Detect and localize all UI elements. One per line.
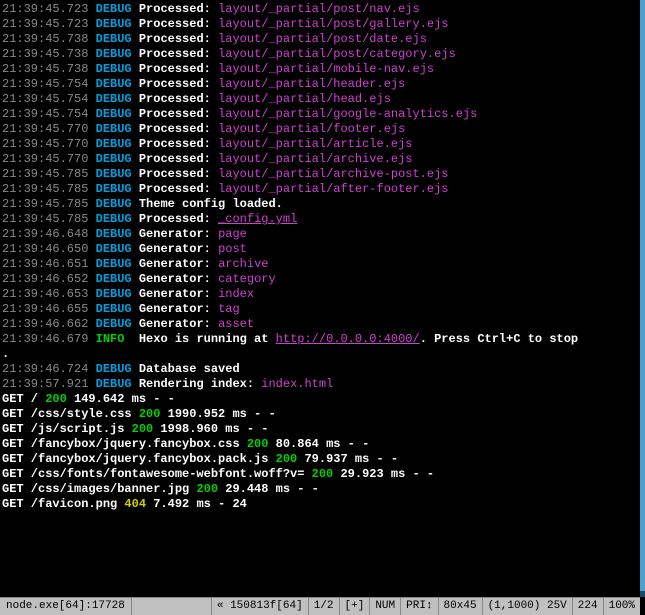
log-line: 21:39:46.652 DEBUG Generator: category — [2, 272, 645, 287]
log-line: 21:39:45.723 DEBUG Processed: layout/_pa… — [2, 2, 645, 17]
log-line: 21:39:45.785 DEBUG Theme config loaded. — [2, 197, 645, 212]
log-line: 21:39:45.738 DEBUG Processed: layout/_pa… — [2, 47, 645, 62]
log-line: 21:39:46.655 DEBUG Generator: tag — [2, 302, 645, 317]
log-line: 21:39:45.738 DEBUG Processed: layout/_pa… — [2, 32, 645, 47]
status-title: node.exe[64]:17728 — [0, 598, 132, 615]
log-line: 21:39:45.770 DEBUG Processed: layout/_pa… — [2, 152, 645, 167]
status-pct: 100% — [603, 598, 640, 615]
status-encoding: « 150813f[64] — [211, 598, 308, 615]
status-pri: PRI↕ — [400, 598, 437, 615]
log-line: 21:39:45.754 DEBUG Processed: layout/_pa… — [2, 77, 645, 92]
status-num: NUM — [369, 598, 400, 615]
log-line: 21:39:46.651 DEBUG Generator: archive — [2, 257, 645, 272]
log-line: GET /css/fonts/fontawesome-webfont.woff?… — [2, 467, 645, 482]
log-line: GET /js/script.js 200 1998.960 ms - - — [2, 422, 645, 437]
log-line: GET /fancybox/jquery.fancybox.pack.js 20… — [2, 452, 645, 467]
status-size: 80x45 — [438, 598, 482, 615]
status-pos: (1,1000) 25V — [482, 598, 572, 615]
log-line: GET /fancybox/jquery.fancybox.css 200 80… — [2, 437, 645, 452]
status-split: 1/2 — [308, 598, 339, 615]
log-line: 21:39:46.648 DEBUG Generator: page — [2, 227, 645, 242]
log-line: 21:39:46.724 DEBUG Database saved — [2, 362, 645, 377]
log-line: 21:39:46.662 DEBUG Generator: asset — [2, 317, 645, 332]
log-line: GET /css/style.css 200 1990.952 ms - - — [2, 407, 645, 422]
log-line: 21:39:45.770 DEBUG Processed: layout/_pa… — [2, 137, 645, 152]
log-line: 21:39:45.754 DEBUG Processed: layout/_pa… — [2, 92, 645, 107]
log-line: 21:39:46.653 DEBUG Generator: index — [2, 287, 645, 302]
log-line: 21:39:45.770 DEBUG Processed: layout/_pa… — [2, 122, 645, 137]
terminal-output[interactable]: 21:39:45.723 DEBUG Processed: layout/_pa… — [0, 0, 645, 595]
status-bar: node.exe[64]:17728 « 150813f[64] 1/2 [+]… — [0, 597, 640, 615]
log-line: 21:39:57.921 DEBUG Rendering index: inde… — [2, 377, 645, 392]
scrollbar[interactable] — [640, 0, 645, 597]
log-line: 21:39:45.785 DEBUG Processed: _config.ym… — [2, 212, 645, 227]
log-line: 21:39:46.679 INFO Hexo is running at htt… — [2, 332, 645, 347]
log-line: GET /css/images/banner.jpg 200 29.448 ms… — [2, 482, 645, 497]
log-line: 21:39:46.650 DEBUG Generator: post — [2, 242, 645, 257]
log-line: 21:39:45.785 DEBUG Processed: layout/_pa… — [2, 182, 645, 197]
log-line: 21:39:45.754 DEBUG Processed: layout/_pa… — [2, 107, 645, 122]
scrollbar-thumb[interactable] — [640, 0, 645, 591]
log-line: 21:39:45.738 DEBUG Processed: layout/_pa… — [2, 62, 645, 77]
status-mode: [+] — [339, 598, 370, 615]
log-line: GET /favicon.png 404 7.492 ms - 24 — [2, 497, 645, 512]
log-line: GET / 200 149.642 ms - - — [2, 392, 645, 407]
status-col: 224 — [572, 598, 603, 615]
log-line: 21:39:45.723 DEBUG Processed: layout/_pa… — [2, 17, 645, 32]
log-line: . — [2, 347, 645, 362]
log-line: 21:39:45.785 DEBUG Processed: layout/_pa… — [2, 167, 645, 182]
